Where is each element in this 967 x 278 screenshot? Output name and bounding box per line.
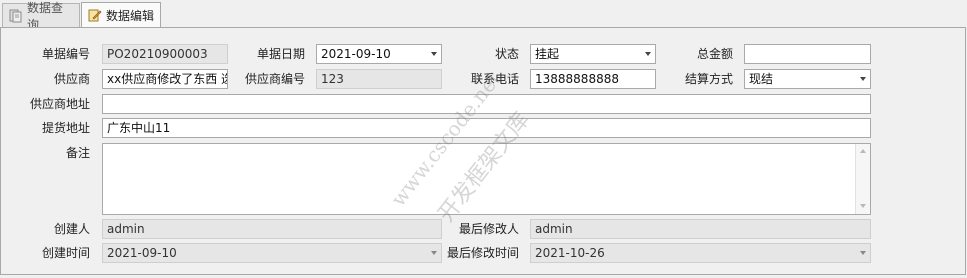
edit-form-panel: 单据编号 PO20210900003 单据日期 2021-09-10 状态 挂起… bbox=[0, 27, 966, 275]
remark-textarea[interactable] bbox=[102, 143, 871, 215]
remark-scrollbar[interactable] bbox=[855, 144, 870, 214]
doc-date-label: 单据日期 bbox=[256, 47, 305, 61]
creator-field: admin bbox=[102, 219, 442, 239]
scroll-down-icon[interactable] bbox=[860, 204, 866, 208]
chevron-down-icon[interactable] bbox=[431, 52, 437, 56]
remark-label: 备注 bbox=[65, 146, 90, 160]
total-amount-input[interactable] bbox=[744, 44, 871, 64]
created-time-label: 创建时间 bbox=[41, 246, 90, 260]
last-modifier-field: admin bbox=[530, 219, 871, 239]
doc-no-field: PO20210900003 bbox=[102, 44, 228, 64]
supplier-input[interactable]: xx供应商修改了东西 选 bbox=[102, 69, 228, 89]
doc-no-label: 单据编号 bbox=[41, 47, 90, 61]
edit-icon bbox=[88, 8, 102, 22]
pickup-address-input[interactable]: 广东中山11 bbox=[102, 118, 871, 138]
supplier-address-input[interactable] bbox=[102, 94, 871, 114]
tab-data-edit[interactable]: 数据编辑 bbox=[81, 2, 161, 27]
total-amount-label: 总金额 bbox=[696, 47, 733, 61]
query-icon bbox=[9, 9, 23, 23]
last-modified-time-field: 2021-10-26 bbox=[530, 243, 871, 263]
chevron-down-icon bbox=[860, 251, 866, 255]
phone-label: 联系电话 bbox=[470, 72, 519, 86]
supplier-code-field: 123 bbox=[316, 69, 442, 89]
supplier-label: 供应商 bbox=[53, 72, 90, 86]
phone-input[interactable]: 13888888888 bbox=[530, 69, 656, 89]
chevron-down-icon[interactable] bbox=[860, 77, 866, 81]
doc-date-picker[interactable]: 2021-09-10 bbox=[316, 44, 442, 64]
last-modifier-label: 最后修改人 bbox=[458, 222, 519, 236]
status-label: 状态 bbox=[494, 47, 519, 61]
tab-data-edit-label: 数据编辑 bbox=[106, 8, 155, 23]
supplier-address-label: 供应商地址 bbox=[29, 97, 90, 111]
chevron-down-icon[interactable] bbox=[645, 52, 651, 56]
settlement-label: 结算方式 bbox=[684, 72, 733, 86]
tab-strip: 数据查询 数据编辑 bbox=[0, 0, 967, 32]
settlement-select[interactable]: 现结 bbox=[744, 69, 871, 89]
supplier-code-label: 供应商编号 bbox=[244, 72, 305, 86]
status-select[interactable]: 挂起 bbox=[530, 44, 656, 64]
creator-label: 创建人 bbox=[53, 222, 90, 236]
created-time-field: 2021-09-10 bbox=[102, 243, 442, 263]
scroll-up-icon[interactable] bbox=[860, 149, 866, 153]
last-modified-time-label: 最后修改时间 bbox=[446, 246, 519, 260]
tab-data-query[interactable]: 数据查询 bbox=[2, 1, 80, 32]
pickup-address-label: 提货地址 bbox=[41, 121, 90, 135]
